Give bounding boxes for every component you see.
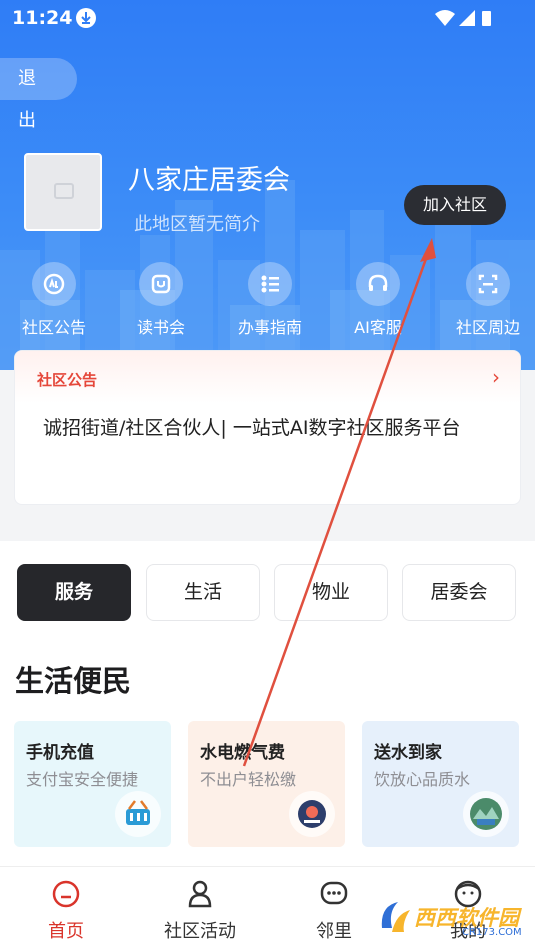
tab-life[interactable]: 生活 (146, 564, 260, 621)
signal-icon (459, 10, 475, 26)
quick-link-announcement[interactable]: 社区公告 (14, 262, 94, 338)
status-time: 11:24 (12, 7, 73, 29)
chevron-right-icon[interactable]: › (492, 365, 500, 389)
service-subtitle: 支付宝安全便捷 (26, 770, 139, 789)
community-description: 此地区暂无简介 (134, 214, 260, 235)
notice-text: 诚招街道/社区合伙人| 一站式AI数字社区服务平台 (43, 417, 461, 439)
notice-header: 社区公告 › (15, 351, 520, 403)
quick-link-book-club[interactable]: 读书会 (121, 262, 201, 338)
download-icon (76, 8, 96, 28)
service-title: 送水到家 (374, 743, 442, 763)
quick-link-ai-service[interactable]: AI客服 (338, 262, 418, 338)
quick-link-label: 社区周边 (455, 318, 520, 337)
quick-link-guide[interactable]: 办事指南 (230, 262, 310, 338)
quick-link-label: 办事指南 (237, 318, 302, 337)
chat-icon (320, 881, 348, 905)
basket-icon (115, 791, 161, 837)
home-icon (52, 880, 80, 908)
status-bar: 11:24 (0, 0, 535, 36)
service-card-utilities[interactable]: 水电燃气费 不出户轻松缴 (188, 721, 345, 847)
service-subtitle: 饮放心品质水 (374, 770, 471, 789)
quick-link-nearby[interactable]: 社区周边 (448, 262, 528, 338)
nav-label: 首页 (48, 921, 84, 942)
activity-icon (188, 880, 212, 908)
service-title: 水电燃气费 (200, 743, 285, 763)
nav-label: 邻里 (316, 921, 352, 942)
nav-home[interactable]: 首页 (16, 879, 116, 949)
guide-icon (248, 262, 292, 306)
image-placeholder-icon (54, 183, 74, 199)
community-name: 八家庄居委会 (128, 165, 290, 196)
wifi-icon (435, 10, 455, 26)
join-community-button[interactable]: 加入社区 (404, 185, 506, 225)
book-icon (139, 262, 183, 306)
service-title: 手机充值 (26, 743, 94, 763)
tab-service[interactable]: 服务 (17, 564, 131, 621)
status-icons (435, 8, 495, 28)
service-subtitle: 不出户轻松缴 (200, 770, 297, 789)
headset-icon (356, 262, 400, 306)
announcement-icon (32, 262, 76, 306)
quick-link-label: 读书会 (136, 318, 185, 337)
notice-title: 社区公告 (37, 371, 98, 389)
service-card-water-delivery[interactable]: 送水到家 饮放心品质水 (362, 721, 519, 847)
watermark-logo: 西西软件园 CR173.COM (376, 894, 535, 944)
meter-icon (289, 791, 335, 837)
quick-link-label: AI客服 (354, 318, 402, 337)
community-avatar (24, 153, 102, 231)
tab-property[interactable]: 物业 (274, 564, 388, 621)
logout-button[interactable]: 退 出 (0, 58, 77, 131)
service-card-phone-recharge[interactable]: 手机充值 支付宝安全便捷 (14, 721, 171, 847)
nav-neighbors[interactable]: 邻里 (284, 879, 384, 949)
tab-residents-committee[interactable]: 居委会 (402, 564, 516, 621)
section-title: 生活便民 (15, 664, 132, 698)
water-icon (463, 791, 509, 837)
main-content: 服务 生活 物业 居委会 生活便民 手机充值 支付宝安全便捷 水电燃气费 不出户… (0, 541, 535, 866)
nav-community-activities[interactable]: 社区活动 (150, 879, 250, 949)
notice-card[interactable]: 社区公告 › 诚招街道/社区合伙人| 一站式AI数字社区服务平台 (14, 350, 521, 505)
battery-icon (482, 11, 491, 26)
nav-label: 社区活动 (164, 921, 236, 942)
scan-icon (466, 262, 510, 306)
watermark-subtext: CR173.COM (462, 927, 522, 938)
quick-link-label: 社区公告 (21, 318, 86, 337)
